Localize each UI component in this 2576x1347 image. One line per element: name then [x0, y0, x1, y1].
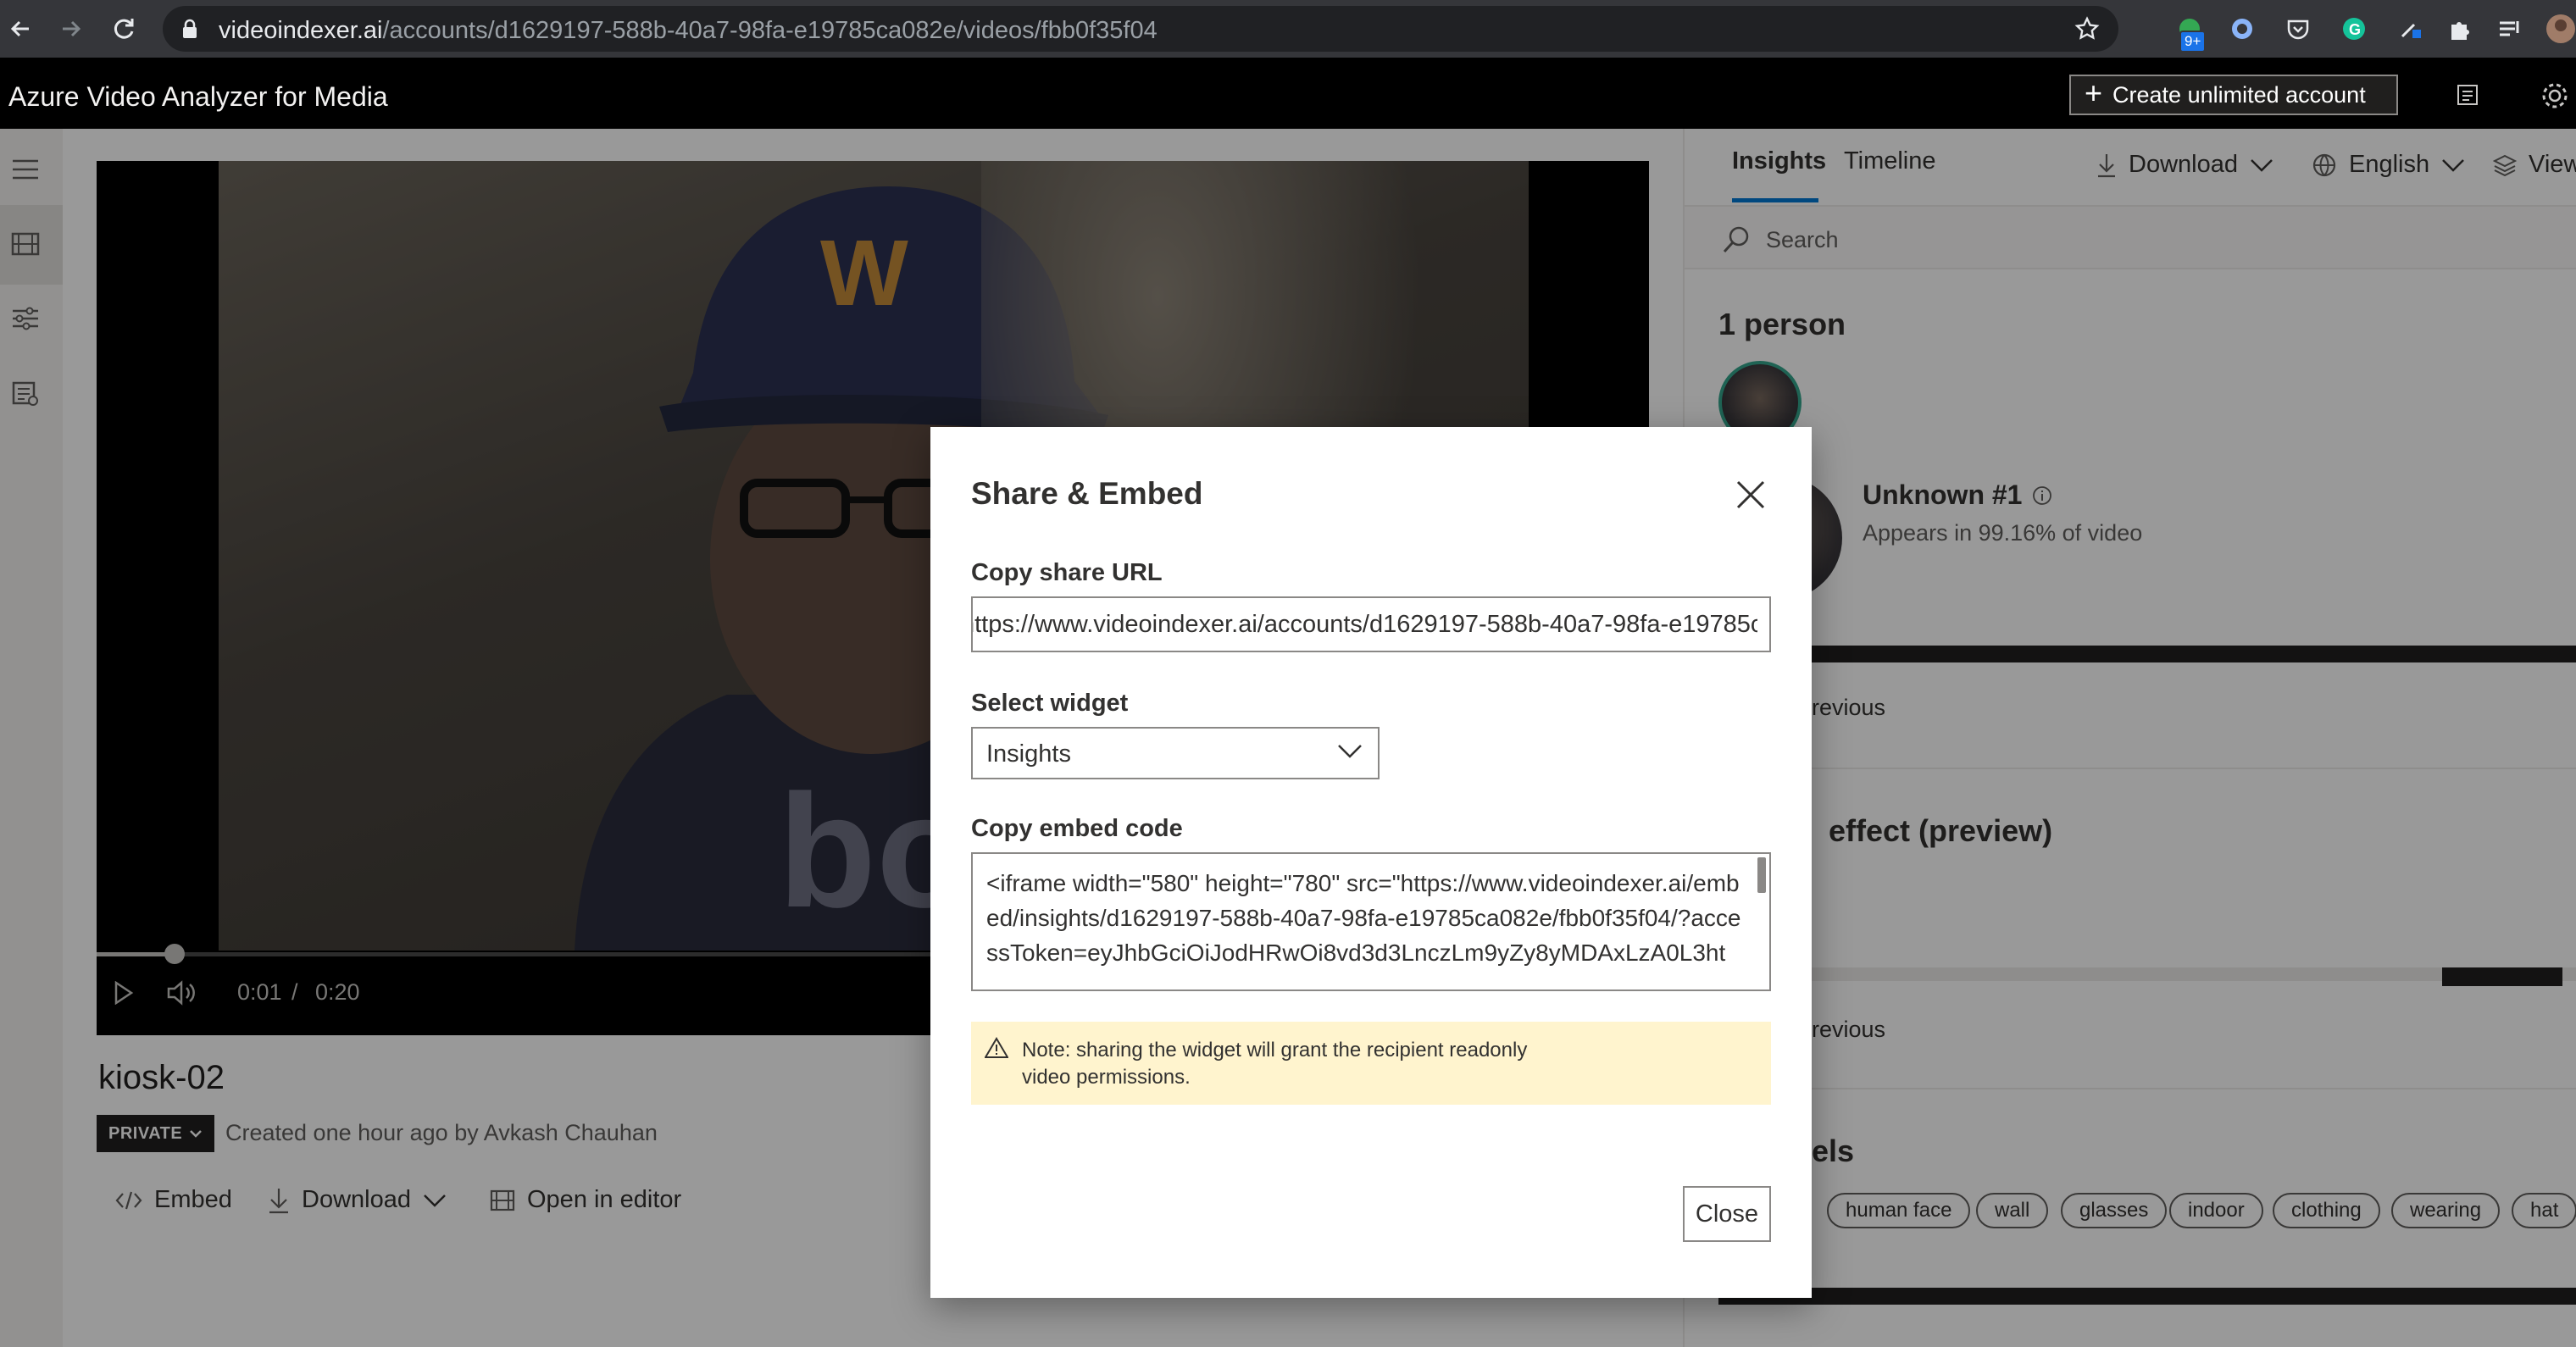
dialog-title: Share & Embed — [971, 476, 1203, 511]
back-icon[interactable] — [3, 12, 37, 46]
svg-text:G: G — [2349, 21, 2361, 38]
embed-code-text: <iframe width="580" height="780" src="ht… — [986, 870, 1741, 966]
pocket-icon[interactable] — [2283, 14, 2313, 44]
url-host: videoindexer.ai — [219, 17, 383, 44]
reload-icon[interactable] — [107, 12, 141, 46]
share-url-input[interactable] — [973, 598, 1757, 651]
grammarly-icon[interactable]: G — [2339, 14, 2369, 44]
address-url: videoindexer.ai/accounts/d1629197-588b-4… — [219, 17, 1158, 45]
close-icon[interactable] — [1727, 471, 1774, 518]
share-embed-dialog: Share & Embed Copy share URL Select widg… — [930, 427, 1812, 1298]
widget-select[interactable]: Insights — [971, 727, 1380, 779]
chevron-down-icon — [1338, 745, 1362, 758]
profile-avatar[interactable] — [2545, 14, 2576, 44]
warning-text: Note: sharing the widget will grant the … — [1022, 1039, 1528, 1089]
widget-selected-value: Insights — [986, 740, 1071, 768]
close-button[interactable]: Close — [1683, 1186, 1771, 1242]
embed-code-textarea[interactable]: <iframe width="580" height="780" src="ht… — [971, 852, 1771, 991]
create-account-label: Create unlimited account — [2112, 81, 2366, 108]
app-title: Azure Video Analyzer for Media — [8, 81, 388, 112]
settings-gear-icon[interactable] — [2540, 81, 2568, 108]
extensions-puzzle-icon[interactable] — [2444, 14, 2474, 44]
warning-icon — [985, 1037, 1008, 1058]
create-account-button[interactable]: + Create unlimited account — [2069, 75, 2398, 115]
lock-icon — [181, 19, 198, 39]
address-bar[interactable]: videoindexer.ai/accounts/d1629197-588b-4… — [163, 6, 2118, 52]
warning-message: Note: sharing the widget will grant the … — [971, 1022, 1771, 1105]
feedback-icon[interactable] — [2454, 81, 2481, 108]
plus-icon: + — [2085, 75, 2103, 110]
media-queue-icon[interactable] — [2495, 14, 2525, 44]
forward-icon[interactable] — [54, 12, 88, 46]
embed-code-label: Copy embed code — [971, 815, 1183, 842]
share-url-label: Copy share URL — [971, 559, 1163, 586]
share-url-field[interactable] — [971, 596, 1771, 652]
extension-badge: 9+ — [2179, 30, 2207, 53]
bookmark-star-icon[interactable] — [2074, 16, 2100, 42]
app-header: Azure Video Analyzer for Media + Create … — [0, 58, 2576, 129]
eyedropper-icon[interactable] — [2395, 14, 2425, 44]
url-path: /accounts/d1629197-588b-40a7-98fa-e19785… — [382, 17, 1158, 44]
textarea-scrollbar[interactable] — [1757, 857, 1766, 893]
widget-label: Select widget — [971, 690, 1129, 717]
browser-toolbar: videoindexer.ai/accounts/d1629197-588b-4… — [0, 0, 2576, 58]
extension-ring-icon[interactable] — [2227, 14, 2257, 44]
